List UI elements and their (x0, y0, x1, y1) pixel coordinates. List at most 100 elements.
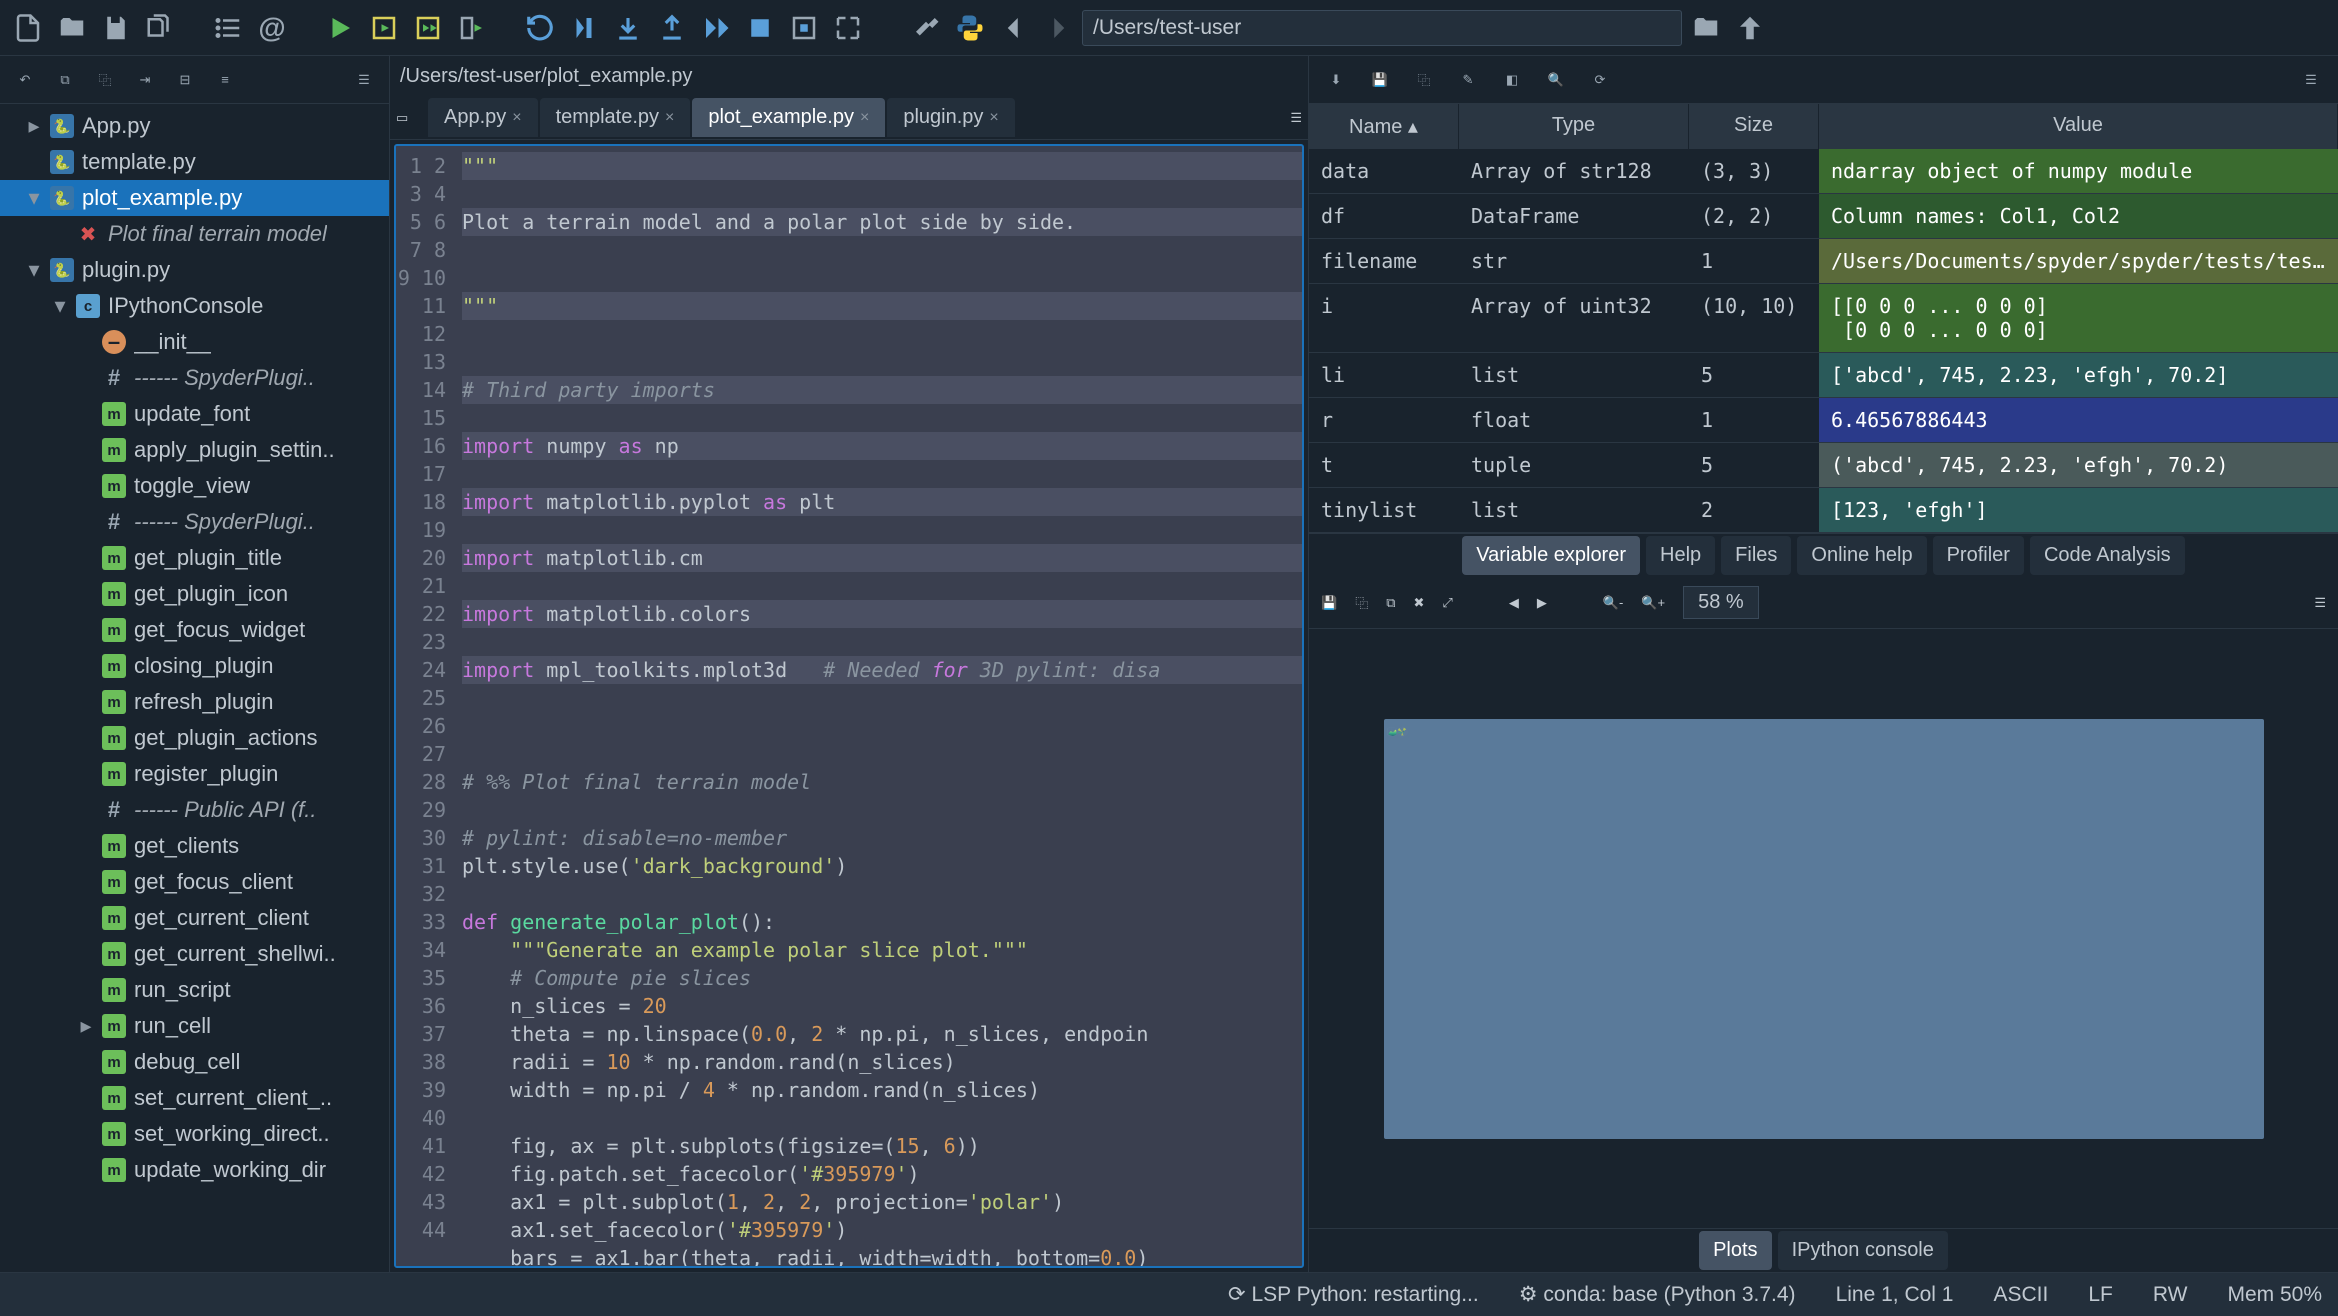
run-icon[interactable] (320, 8, 360, 48)
outline-item[interactable]: 🐍template.py (0, 144, 389, 180)
editor-tab[interactable]: plugin.py× (887, 98, 1014, 137)
expand-icon[interactable]: ⊟ (168, 63, 202, 97)
variable-row[interactable]: ttuple5('abcd', 745, 2.23, 'efgh', 70.2) (1309, 443, 2338, 488)
python-path-icon[interactable] (950, 8, 990, 48)
tree-arrow-icon[interactable] (78, 906, 94, 930)
browse-dir-icon[interactable] (1686, 8, 1726, 48)
outline-item[interactable]: mget_current_shellwi.. (0, 936, 389, 972)
variable-row[interactable]: lilist5['abcd', 745, 2.23, 'efgh', 70.2] (1309, 353, 2338, 398)
refresh-var-icon[interactable]: ⟳ (1583, 63, 1617, 97)
col-type[interactable]: Type (1459, 104, 1689, 149)
preferences-icon[interactable] (906, 8, 946, 48)
save-data-as-icon[interactable]: ⿻ (1407, 63, 1441, 97)
tree-arrow-icon[interactable]: ▾ (26, 258, 42, 282)
variable-row[interactable]: filenamestr1/Users/Documents/spyder/spyd… (1309, 239, 2338, 284)
editor-tab[interactable]: App.py× (428, 98, 538, 137)
prev-plot-icon[interactable]: ◀ (1509, 595, 1519, 611)
outline-item[interactable]: mget_plugin_actions (0, 720, 389, 756)
col-size[interactable]: Size (1689, 104, 1819, 149)
tree-arrow-icon[interactable] (78, 870, 94, 894)
tree-arrow-icon[interactable]: ▸ (78, 1014, 94, 1038)
pane-tab[interactable]: Help (1646, 536, 1715, 575)
forward-icon[interactable] (1038, 8, 1078, 48)
list-icon[interactable] (208, 8, 248, 48)
outline-item[interactable]: mget_plugin_title (0, 540, 389, 576)
tree-arrow-icon[interactable] (78, 474, 94, 498)
outline-item[interactable]: mset_current_client_.. (0, 1080, 389, 1116)
stop-debug-icon[interactable] (740, 8, 780, 48)
close-tab-icon[interactable]: × (989, 109, 998, 127)
save-all-plots-icon[interactable]: ⿻ (1355, 593, 1368, 612)
save-data-icon[interactable]: 💾 (1363, 63, 1397, 97)
tree-arrow-icon[interactable] (78, 762, 94, 786)
tree-arrow-icon[interactable] (78, 1086, 94, 1110)
plots-menu-icon[interactable]: ☰ (2314, 595, 2326, 611)
sort-icon[interactable]: ≡ (208, 63, 242, 97)
tree-arrow-icon[interactable] (78, 546, 94, 570)
step-out-icon[interactable] (652, 8, 692, 48)
outline-menu-icon[interactable]: ☰ (347, 63, 381, 97)
working-dir-input[interactable] (1082, 10, 1682, 46)
outline-item[interactable]: #------ SpyderPlugi.. (0, 360, 389, 396)
outline-item[interactable]: –__init__ (0, 324, 389, 360)
debug-icon[interactable] (520, 8, 560, 48)
pane-tab[interactable]: Plots (1699, 1231, 1771, 1270)
step-into-icon[interactable] (608, 8, 648, 48)
outline-item[interactable]: ▸mrun_cell (0, 1008, 389, 1044)
outline-item[interactable]: ✖Plot final terrain model (0, 216, 389, 252)
outline-item[interactable]: mupdate_working_dir (0, 1152, 389, 1188)
tree-arrow-icon[interactable]: ▾ (52, 294, 68, 318)
outline-back-icon[interactable]: ↶ (8, 63, 42, 97)
close-tab-icon[interactable]: × (665, 109, 674, 127)
status-conda[interactable]: ⚙ conda: base (Python 3.7.4) (1519, 1282, 1796, 1307)
close-tab-icon[interactable]: × (512, 109, 521, 127)
pane-tab[interactable]: Code Analysis (2030, 536, 2185, 575)
tree-arrow-icon[interactable]: ▸ (26, 114, 42, 138)
save-plot-icon[interactable]: 💾 (1321, 595, 1337, 611)
run-cell-icon[interactable] (364, 8, 404, 48)
tree-arrow-icon[interactable] (78, 726, 94, 750)
outline-item[interactable]: mdebug_cell (0, 1044, 389, 1080)
tree-arrow-icon[interactable]: ▾ (26, 186, 42, 210)
varexp-menu-icon[interactable]: ☰ (2294, 63, 2328, 97)
tree-arrow-icon[interactable] (78, 1158, 94, 1182)
parent-dir-icon[interactable] (1730, 8, 1770, 48)
close-all-plots-icon[interactable]: ⤢ (1442, 595, 1452, 611)
tree-arrow-icon[interactable] (78, 1050, 94, 1074)
copy-plot-icon[interactable]: ⧉ (1386, 595, 1395, 611)
tree-arrow-icon[interactable] (78, 510, 94, 534)
plots-canvas[interactable]: 700 650 600 500 450 -84.42 -84.38 36.730… (1309, 629, 2338, 1228)
debug-cell-icon[interactable] (784, 8, 824, 48)
outline-item[interactable]: #------ Public API (f.. (0, 792, 389, 828)
duplicate-icon[interactable]: ⿻ (88, 63, 122, 97)
col-name[interactable]: Name ▴ (1309, 104, 1459, 149)
outline-item[interactable]: mapply_plugin_settin.. (0, 432, 389, 468)
outline-item[interactable]: mset_working_direct.. (0, 1116, 389, 1152)
variable-row[interactable]: dataArray of str128(3, 3)ndarray object … (1309, 149, 2338, 194)
outline-item[interactable]: mclosing_plugin (0, 648, 389, 684)
next-plot-icon[interactable]: ▶ (1537, 595, 1547, 611)
tree-arrow-icon[interactable] (78, 366, 94, 390)
editor-menu-icon[interactable]: ☰ (1290, 110, 1302, 126)
import-data-icon[interactable]: ⬇ (1319, 63, 1353, 97)
pane-tab[interactable]: Files (1721, 536, 1791, 575)
tree-arrow-icon[interactable] (52, 222, 68, 246)
tree-arrow-icon[interactable] (78, 834, 94, 858)
outline-item[interactable]: mget_focus_widget (0, 612, 389, 648)
save-all-icon[interactable] (140, 8, 180, 48)
tree-arrow-icon[interactable] (78, 942, 94, 966)
zoom-out-icon[interactable]: 🔍- (1603, 595, 1624, 611)
run-selection-icon[interactable] (452, 8, 492, 48)
at-icon[interactable]: @ (252, 8, 292, 48)
variable-row[interactable]: iArray of uint32(10, 10)[[0 0 0 ... 0 0 … (1309, 284, 2338, 353)
tree-arrow-icon[interactable] (78, 1122, 94, 1146)
outline-item[interactable]: mget_current_client (0, 900, 389, 936)
variable-row[interactable]: rfloat16.46567886443 (1309, 398, 2338, 443)
erase-icon[interactable]: ◧ (1495, 63, 1529, 97)
copy-icon[interactable]: ⧉ (48, 63, 82, 97)
outline-item[interactable]: mupdate_font (0, 396, 389, 432)
close-tab-icon[interactable]: × (860, 109, 869, 127)
editor-body[interactable]: 1 2 3 4 5 6 7 8 9 10 11 12 13 14 15 16 1… (394, 144, 1304, 1268)
zoom-in-icon[interactable]: 🔍+ (1641, 595, 1665, 611)
tree-arrow-icon[interactable] (78, 618, 94, 642)
